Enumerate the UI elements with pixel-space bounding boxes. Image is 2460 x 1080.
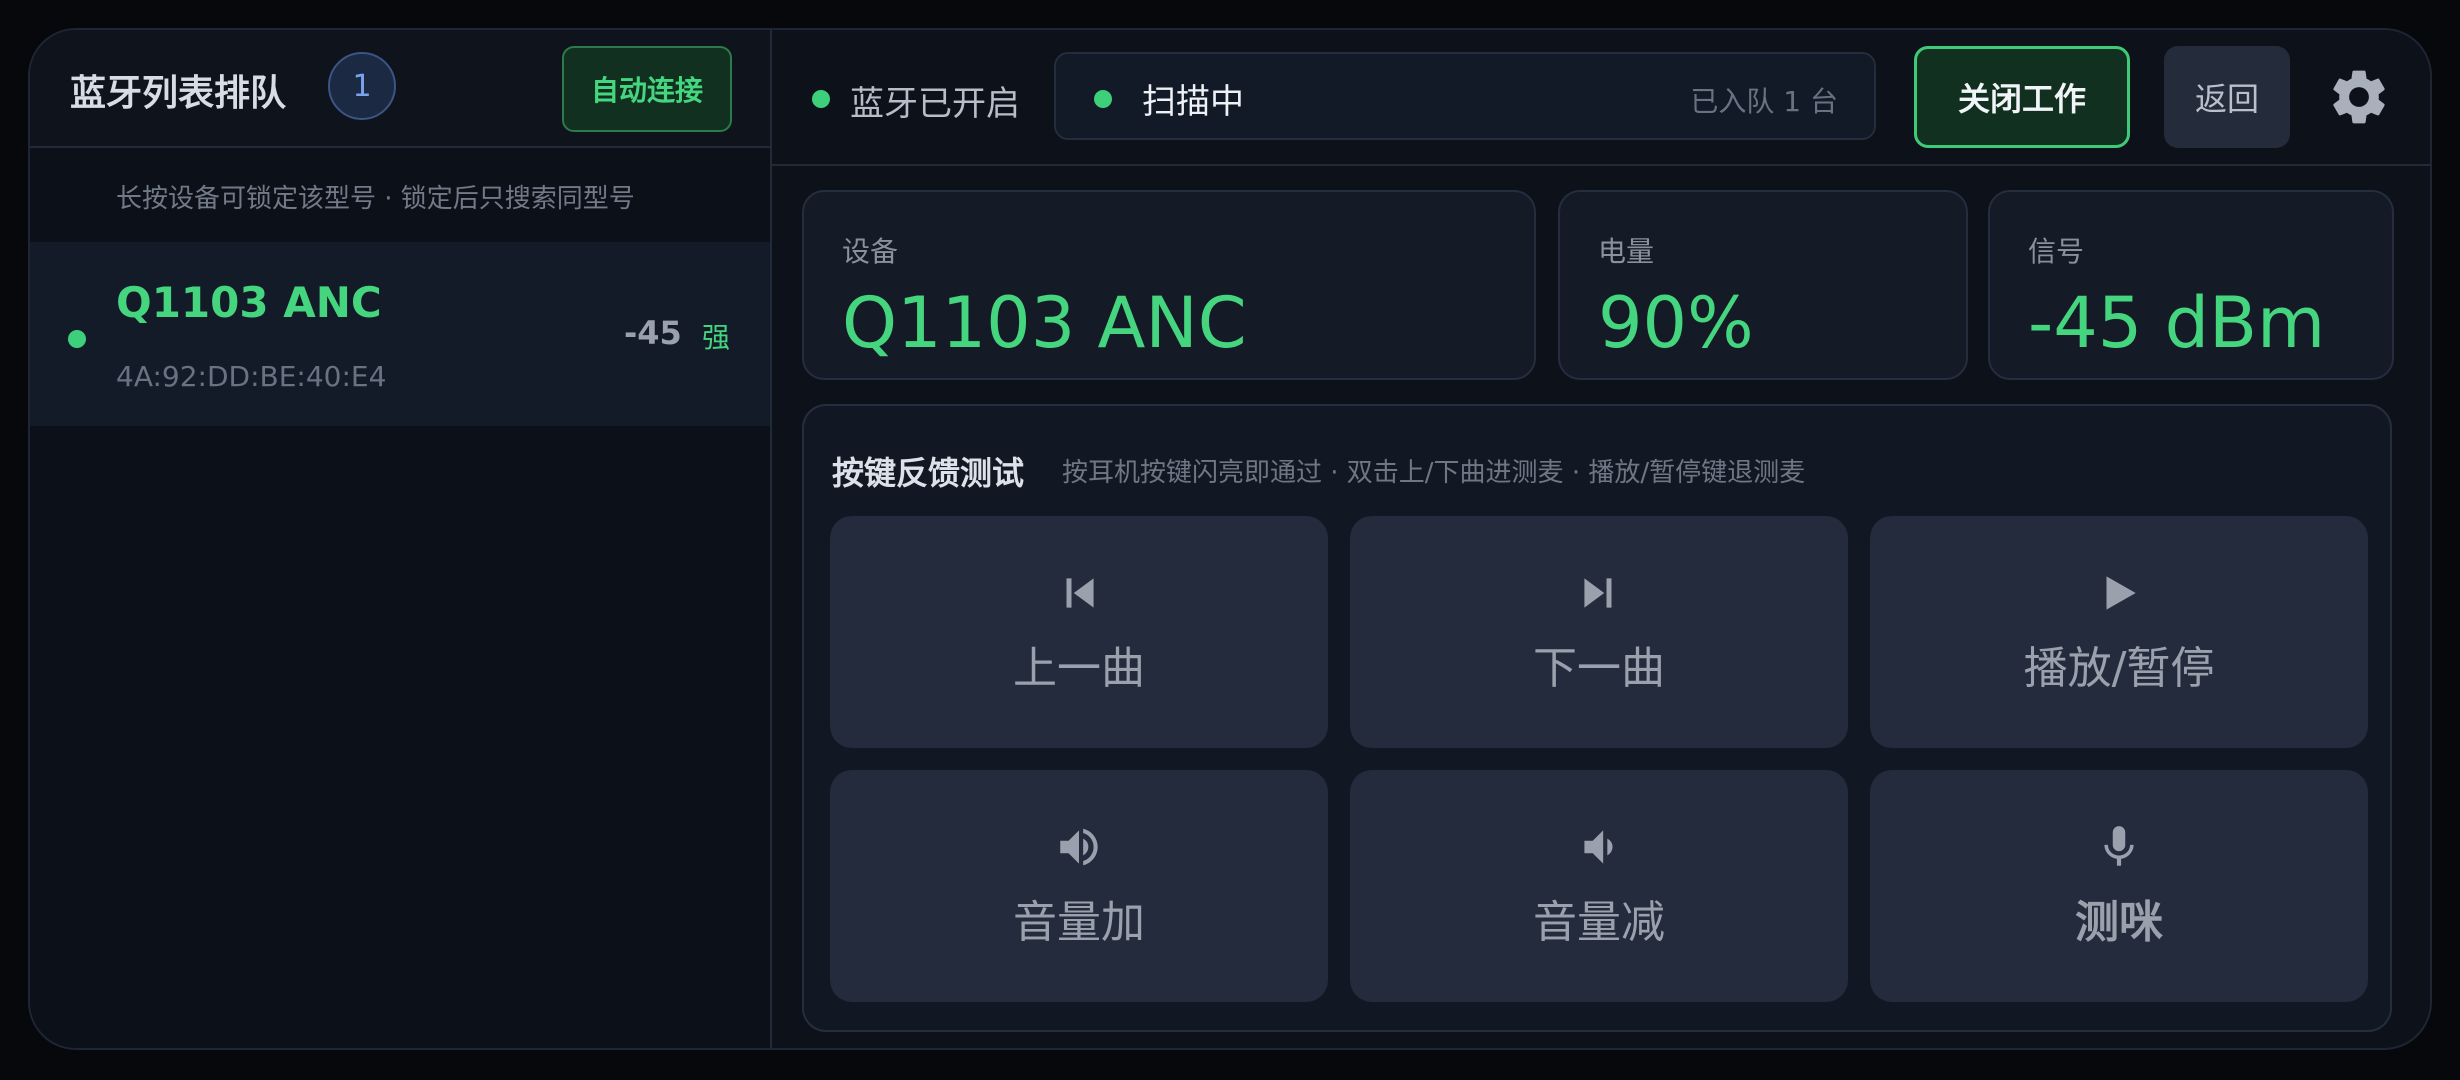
signal-card-value: -45 dBm	[2028, 282, 2326, 364]
device-card-label: 设备	[842, 235, 899, 268]
main-panel: 蓝牙已开启 扫描中 已入队 1 台 关闭工作 返回 设备 Q1103 ANC 电…	[772, 30, 2430, 1048]
key-label: 测咪	[2075, 897, 2163, 948]
device-list-header: 蓝牙列表排队 1 自动连接	[30, 30, 770, 148]
close-work-button[interactable]: 关闭工作	[1914, 46, 2130, 148]
device-mac: 4A:92:DD:BE:40:E4	[116, 360, 387, 393]
scan-status-dot-icon	[1094, 90, 1112, 108]
key-volume-up[interactable]: 音量加	[830, 770, 1328, 1002]
back-button[interactable]: 返回	[2164, 46, 2290, 148]
volume-up-icon	[1060, 828, 1098, 866]
auto-connect-button[interactable]: 自动连接	[562, 46, 732, 132]
signal-card-label: 信号	[2028, 235, 2085, 268]
key-label: 音量加	[1013, 897, 1145, 948]
volume-down-icon	[1584, 830, 1613, 864]
signal-card: 信号 -45 dBm	[1988, 190, 2394, 380]
battery-card-label: 电量	[1598, 235, 1655, 268]
play-icon	[2106, 576, 2136, 610]
queue-count-badge: 1	[328, 52, 396, 120]
gear-icon[interactable]	[2326, 64, 2392, 130]
queue-count-text: 已入队 1 台	[1690, 85, 1838, 118]
key-volume-down[interactable]: 音量减	[1350, 770, 1848, 1002]
bluetooth-status-dot-icon	[812, 90, 830, 108]
device-card: 设备 Q1103 ANC	[802, 190, 1536, 380]
battery-card: 电量 90%	[1558, 190, 1968, 380]
key-test-subtitle: 按耳机按键闪亮即通过 · 双击上/下曲进测麦 · 播放/暂停键退测麦	[1062, 458, 1806, 488]
key-play-pause[interactable]: 播放/暂停	[1870, 516, 2368, 748]
battery-card-value: 90%	[1598, 282, 1754, 364]
app-window: 蓝牙列表排队 1 自动连接 长按设备可锁定该型号 · 锁定后只搜索同型号 Q11…	[28, 28, 2432, 1050]
key-previous-track[interactable]: 上一曲	[830, 516, 1328, 748]
device-signal-strength: 强	[702, 321, 731, 354]
scan-status-box: 扫描中 已入队 1 台	[1054, 52, 1876, 140]
device-list-item[interactable]: Q1103 ANC 4A:92:DD:BE:40:E4 -45 强	[30, 242, 770, 426]
microphone-icon	[2104, 826, 2134, 866]
bluetooth-status: 蓝牙已开启	[850, 84, 1020, 124]
key-test-title: 按键反馈测试	[832, 454, 1025, 492]
device-name: Q1103 ANC	[116, 278, 382, 327]
connected-dot-icon	[68, 330, 86, 348]
key-mic-test[interactable]: 测咪	[1870, 770, 2368, 1002]
skip-previous-icon	[1066, 578, 1094, 608]
device-card-value: Q1103 ANC	[842, 282, 1247, 364]
device-list-title: 蓝牙列表排队	[70, 73, 287, 114]
key-label: 下一曲	[1533, 643, 1665, 694]
key-next-track[interactable]: 下一曲	[1350, 516, 1848, 748]
key-label: 音量减	[1533, 897, 1665, 948]
top-bar: 蓝牙已开启 扫描中 已入队 1 台 关闭工作 返回	[772, 30, 2430, 166]
skip-next-icon	[1584, 578, 1612, 608]
key-test-panel: 按键反馈测试 按耳机按键闪亮即通过 · 双击上/下曲进测麦 · 播放/暂停键退测…	[802, 404, 2392, 1032]
device-list-panel: 蓝牙列表排队 1 自动连接 长按设备可锁定该型号 · 锁定后只搜索同型号 Q11…	[30, 30, 772, 1048]
scan-status: 扫描中	[1142, 82, 1244, 122]
key-label: 上一曲	[1013, 643, 1145, 694]
device-rssi: -45	[624, 314, 682, 352]
lock-hint: 长按设备可锁定该型号 · 锁定后只搜索同型号	[116, 184, 635, 214]
key-label: 播放/暂停	[2023, 643, 2215, 694]
